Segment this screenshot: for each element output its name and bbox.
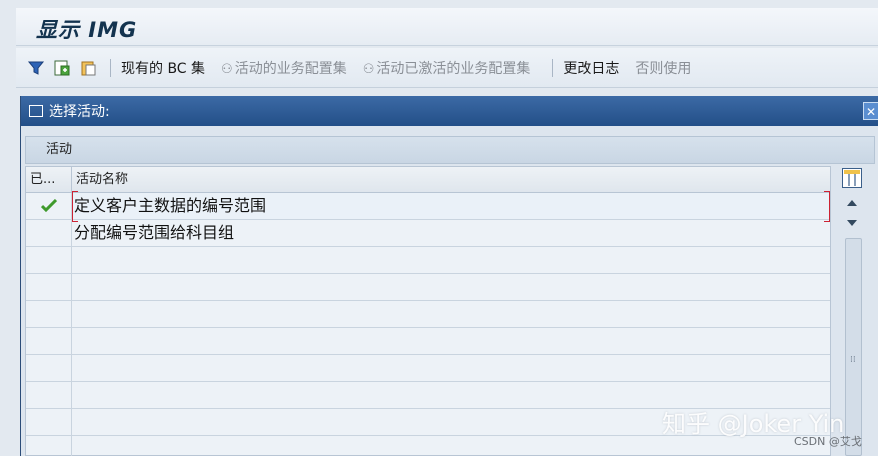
table-header: 已... 活动名称 — [26, 167, 830, 193]
dialog-title: 选择活动: — [49, 104, 110, 120]
activated-bc-set-label: 活动已激活的业务配置集 — [376, 60, 531, 77]
check-icon — [40, 199, 57, 213]
scroll-grip-icon: ⁞⁞ — [850, 355, 856, 365]
column-header-status[interactable]: 已... — [26, 167, 72, 192]
dialog-header: 选择活动: ✕ — [21, 96, 878, 126]
activity-name-cell[interactable]: 定义客户主数据的编号范围 — [72, 193, 830, 219]
glasses-icon: ⚇ — [221, 61, 233, 77]
toolbar-separator — [110, 58, 111, 77]
window-title: 显示 IMG — [36, 18, 138, 42]
empty-row — [26, 436, 830, 456]
select-activity-dialog: 选择活动: ✕ 活动 已... 活动名称 定义客户主数据的编号范围 分配编号范围… — [20, 96, 878, 456]
empty-row — [26, 247, 830, 274]
table-settings-icon[interactable] — [842, 168, 862, 188]
empty-row — [26, 328, 830, 355]
empty-row — [26, 301, 830, 328]
status-cell — [26, 193, 72, 219]
sap-screen: 显示 IMG 现有的 BC 集 ⚇ 活动的业务配置集 ⚇ 活动已激活的业务配置集 更… — [0, 0, 878, 456]
scroll-down-button[interactable] — [844, 216, 860, 230]
vertical-scrollbar[interactable]: ⁞⁞ — [845, 238, 862, 456]
paste-icon[interactable] — [78, 58, 98, 78]
filter-icon[interactable] — [26, 58, 46, 78]
application-toolbar: 现有的 BC 集 ⚇ 活动的业务配置集 ⚇ 活动已激活的业务配置集 更改日志 否则使… — [16, 48, 878, 88]
title-bar: 显示 IMG — [16, 8, 878, 46]
toolbar-separator — [552, 58, 554, 77]
table-row[interactable]: 定义客户主数据的编号范围 — [26, 191, 830, 222]
close-button[interactable]: ✕ — [863, 102, 878, 120]
existing-bc-set-button[interactable]: 现有的 BC 集 — [121, 58, 205, 78]
watermark-csdn: CSDN @艾戈 — [794, 435, 862, 448]
active-bc-set-label: 活动的业务配置集 — [234, 60, 347, 77]
scroll-up-button[interactable] — [844, 196, 860, 210]
dialog-window-icon — [29, 105, 43, 117]
activated-bc-set-button[interactable]: ⚇ 活动已激活的业务配置集 — [363, 58, 531, 78]
import-icon[interactable] — [52, 58, 72, 78]
empty-row — [26, 274, 830, 301]
active-bc-set-button[interactable]: ⚇ 活动的业务配置集 — [221, 58, 347, 78]
table-row[interactable]: 分配编号范围给科目组 — [26, 220, 830, 247]
column-header-activity-name[interactable]: 活动名称 — [72, 167, 830, 192]
otherwise-use-button[interactable]: 否则使用 — [635, 58, 691, 78]
activity-name-cell[interactable]: 分配编号范围给科目组 — [72, 220, 830, 246]
activity-group-header: 活动 — [25, 136, 875, 164]
change-log-button[interactable]: 更改日志 — [563, 58, 619, 78]
glasses-icon: ⚇ — [362, 61, 375, 77]
status-cell — [26, 220, 72, 246]
empty-row — [26, 355, 830, 382]
